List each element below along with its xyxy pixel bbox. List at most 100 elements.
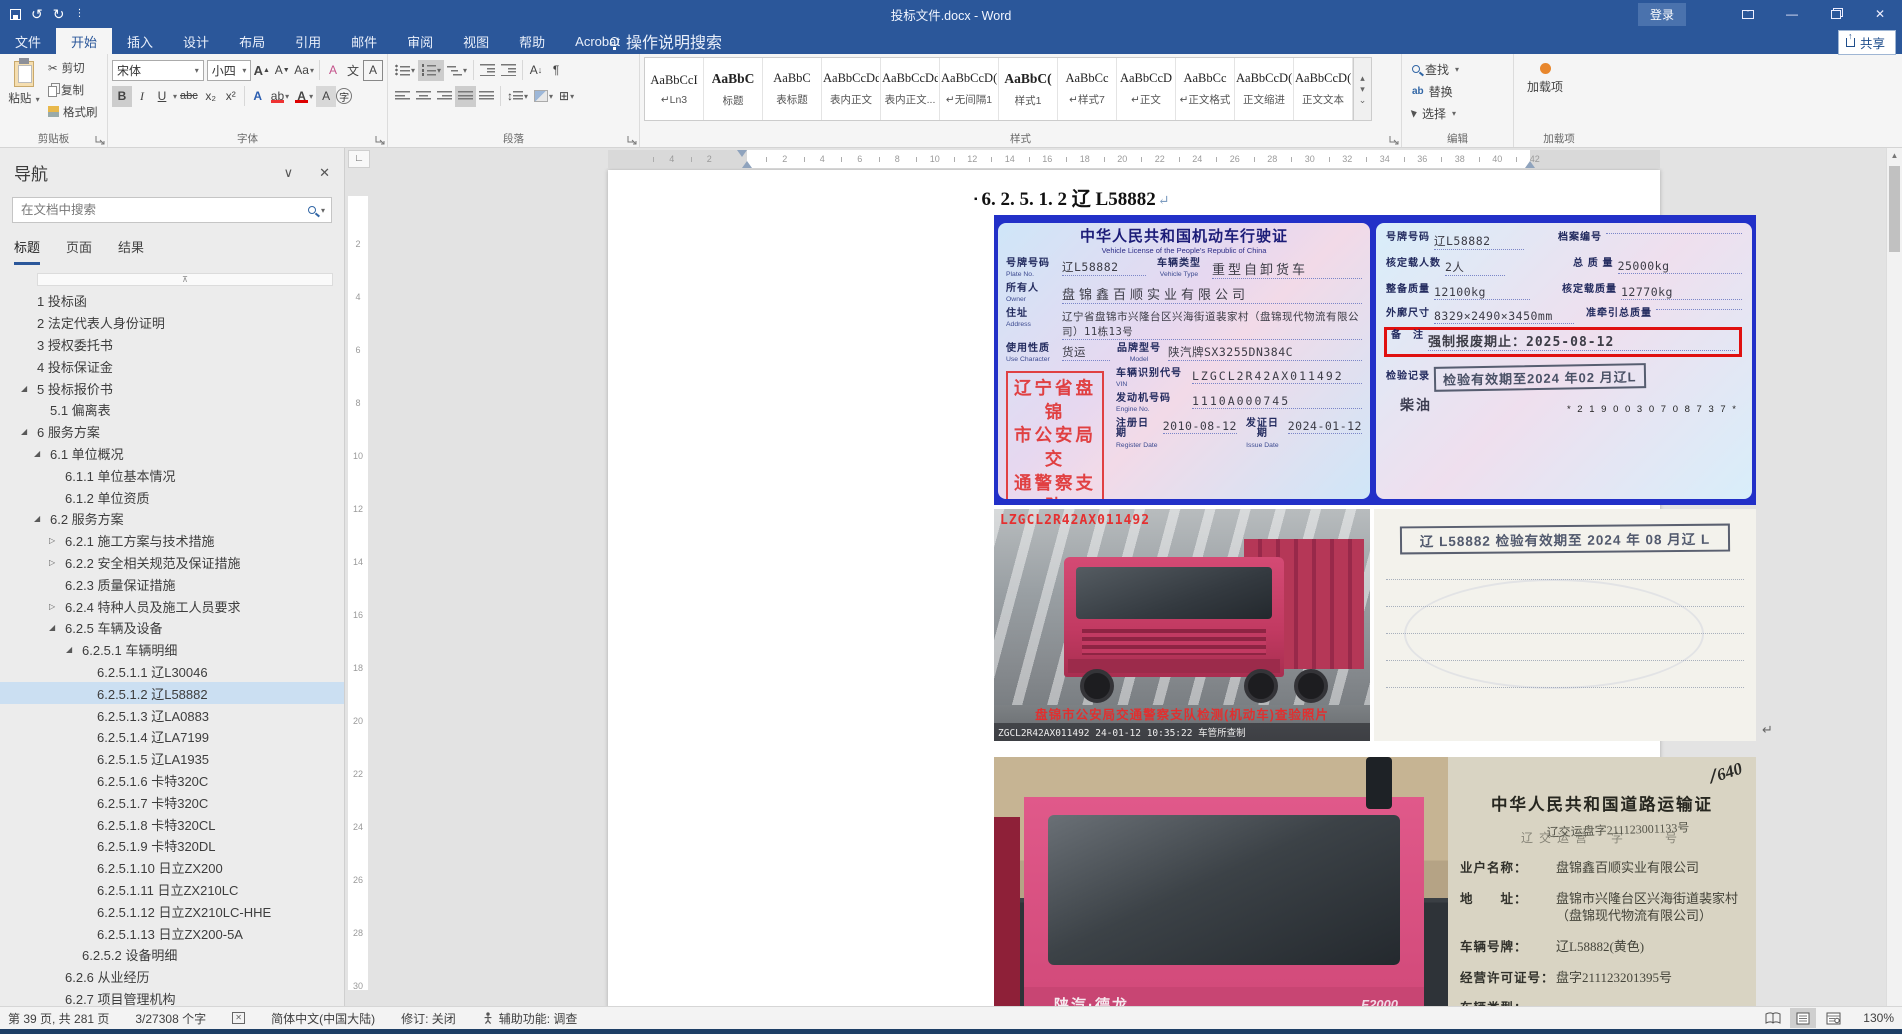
right-indent-marker[interactable] bbox=[1525, 161, 1535, 168]
word-count[interactable]: 3/27308 个字 bbox=[135, 1010, 206, 1027]
nav-tab[interactable]: 页面 bbox=[66, 237, 92, 265]
nav-heading-item[interactable]: 6.2.5.1.7 卡特320C bbox=[0, 791, 344, 813]
search-dropdown-icon[interactable]: ▾ bbox=[321, 206, 325, 215]
nav-heading-item[interactable]: 6.2.5.1.12 日立ZX210LC-HHE bbox=[0, 900, 344, 922]
select-button[interactable]: 选择 ▾ bbox=[1410, 103, 1503, 123]
vertical-scrollbar[interactable]: ▲ bbox=[1886, 148, 1902, 1006]
subscript-button[interactable]: x₂ bbox=[201, 86, 221, 107]
ribbon-tab[interactable]: 视图 bbox=[448, 28, 504, 54]
style-item[interactable]: AaBbCcD( 正文文本 bbox=[1294, 58, 1353, 120]
nav-heading-item[interactable]: 1 投标函 bbox=[0, 290, 344, 312]
web-layout-button[interactable] bbox=[1820, 1008, 1846, 1028]
ribbon-display-options-icon[interactable]: ˆ bbox=[1726, 0, 1770, 28]
image-truck-front-and-transport-permit[interactable]: 陕汽·德龙 F2000 640 中华人民共和国道路运输证 辽交运营 字 号 辽交… bbox=[994, 757, 1756, 1006]
nav-heading-item[interactable]: 6.2.5.1.10 日立ZX200 bbox=[0, 857, 344, 879]
character-shading-button[interactable]: A bbox=[316, 85, 337, 107]
expander-icon[interactable]: ◢ bbox=[21, 427, 37, 436]
replace-button[interactable]: ab 替换 bbox=[1412, 81, 1503, 101]
paragraph-dialog-launcher-icon[interactable] bbox=[627, 135, 637, 145]
nav-heading-item[interactable]: 6.2.5.1.4 辽LA7199 bbox=[0, 726, 344, 748]
distribute-button[interactable] bbox=[476, 86, 497, 107]
style-item[interactable]: AaBbCcD ↵正文 bbox=[1117, 58, 1176, 120]
nav-tab[interactable]: 结果 bbox=[118, 237, 144, 265]
ribbon-tab[interactable]: 开始 bbox=[56, 28, 113, 54]
copy-button[interactable]: 复制 bbox=[48, 79, 103, 100]
nav-close-icon[interactable]: ✕ bbox=[319, 165, 330, 181]
hanging-indent-marker[interactable] bbox=[742, 161, 752, 168]
enclose-characters-button[interactable]: 字 bbox=[336, 88, 353, 104]
nav-heading-item[interactable]: 6.2.6 从业经历 bbox=[0, 966, 344, 988]
nav-heading-item[interactable]: ▷ 6.2.1 施工方案与技术措施 bbox=[0, 530, 344, 552]
multilevel-list-button[interactable]: ▾ bbox=[444, 60, 470, 81]
save-icon[interactable] bbox=[10, 8, 21, 20]
ribbon-tab[interactable]: 文件 bbox=[0, 28, 56, 54]
style-item[interactable]: AaBbCcD( 正文缩进 bbox=[1235, 58, 1294, 120]
styles-gallery-more-button[interactable]: ▴ ▾ ⌄ bbox=[1354, 57, 1372, 121]
tab-stop-selector[interactable]: ∟ bbox=[348, 150, 370, 168]
increase-indent-button[interactable] bbox=[498, 60, 519, 81]
font-size-combo[interactable]: 小四 ▾ bbox=[206, 59, 252, 81]
style-item[interactable]: AaBbCcD( ↵无间隔1 bbox=[940, 58, 999, 120]
style-item[interactable]: AaBbCcI ↵Ln3 bbox=[645, 58, 704, 120]
nav-heading-item[interactable]: 6.2.5.1.1 辽L30046 bbox=[0, 661, 344, 683]
nav-heading-item[interactable]: 6.2.5.1.13 日立ZX200-5A bbox=[0, 922, 344, 944]
styles-dialog-launcher-icon[interactable] bbox=[1389, 135, 1399, 145]
accessibility-status[interactable]: 辅助功能: 调查 bbox=[482, 1010, 577, 1027]
font-dialog-launcher-icon[interactable] bbox=[375, 135, 385, 145]
image-vehicle-license[interactable]: 中华人民共和国机动车行驶证 Vehicle License of the Peo… bbox=[994, 215, 1756, 505]
nav-heading-item[interactable]: 5.1 偏离表 bbox=[0, 399, 344, 421]
paste-button[interactable]: 粘贴 ▾ bbox=[4, 57, 44, 123]
read-mode-button[interactable] bbox=[1760, 1008, 1786, 1028]
clear-formatting-button[interactable]: A bbox=[323, 60, 343, 81]
show-hide-marks-button[interactable]: ¶ bbox=[546, 60, 566, 81]
align-right-button[interactable] bbox=[434, 86, 455, 107]
cut-button[interactable]: ✂ 剪切 bbox=[48, 57, 103, 78]
minimize-button[interactable]: — bbox=[1770, 0, 1814, 28]
line-spacing-button[interactable]: ↕ ▾ bbox=[504, 86, 531, 107]
redo-icon[interactable]: ↻ bbox=[53, 7, 65, 21]
style-item[interactable]: AaBbC( 样式1 bbox=[999, 58, 1058, 120]
bullet-list-button[interactable]: ▾ bbox=[392, 60, 418, 81]
share-button[interactable]: 共享 bbox=[1837, 30, 1896, 55]
decrease-indent-button[interactable] bbox=[477, 60, 498, 81]
nav-search-input[interactable] bbox=[13, 203, 308, 217]
nav-heading-item[interactable]: 6.2.5.1.3 辽LA0883 bbox=[0, 704, 344, 726]
nav-heading-item[interactable]: 6.2.5.1.8 卡特320CL bbox=[0, 813, 344, 835]
style-item[interactable]: AaBbC 表标题 bbox=[763, 58, 822, 120]
ribbon-tab[interactable]: 引用 bbox=[280, 28, 336, 54]
ribbon-tab[interactable]: 帮助 bbox=[504, 28, 560, 54]
clipboard-dialog-launcher-icon[interactable] bbox=[95, 135, 105, 145]
nav-heading-item[interactable]: 6.2.5.1.2 辽L58882 bbox=[0, 682, 344, 705]
document-heading[interactable]: ▪ 6. 2. 5. 1. 2 辽 L58882 ↵ bbox=[974, 184, 1169, 211]
tell-me[interactable]: 操作说明搜索 bbox=[596, 28, 736, 54]
print-layout-button[interactable] bbox=[1790, 1008, 1816, 1028]
strikethrough-button[interactable]: abc bbox=[177, 86, 201, 107]
style-item[interactable]: AaBbCcDdI 表内正文 bbox=[822, 58, 881, 120]
search-icon[interactable] bbox=[307, 206, 316, 214]
shrink-font-button[interactable]: A ▼ bbox=[272, 60, 292, 81]
nav-heading-item[interactable]: ◢ 6.2.5.1 车辆明细 bbox=[0, 639, 344, 661]
style-item[interactable]: AaBbCcDdI 表内正文... bbox=[881, 58, 940, 120]
nav-heading-item[interactable]: ◢ 6.2.5 车辆及设备 bbox=[0, 617, 344, 639]
borders-button[interactable]: ⊞ ▾ bbox=[556, 86, 577, 107]
track-changes-indicator[interactable]: 修订: 关闭 bbox=[401, 1010, 456, 1027]
format-painter-button[interactable]: 格式刷 bbox=[48, 101, 103, 122]
nav-heading-item[interactable]: ◢ 6.1 单位概况 bbox=[0, 443, 344, 465]
expander-icon[interactable]: ◢ bbox=[34, 449, 50, 458]
expander-icon[interactable]: ▷ bbox=[49, 536, 65, 545]
expander-icon[interactable]: ◢ bbox=[49, 623, 65, 632]
first-line-indent-marker[interactable] bbox=[737, 150, 747, 157]
nav-heading-item[interactable]: 6.2.5.1.11 日立ZX210LC bbox=[0, 879, 344, 901]
page-indicator[interactable]: 第 39 页, 共 281 页 bbox=[8, 1010, 109, 1027]
ribbon-tab[interactable]: 审阅 bbox=[392, 28, 448, 54]
expander-icon[interactable]: ◢ bbox=[34, 514, 50, 523]
character-border-button[interactable]: A bbox=[362, 59, 383, 81]
nav-heading-item[interactable]: ◢ 6.2 服务方案 bbox=[0, 508, 344, 530]
highlight-button[interactable]: ab ▾ bbox=[268, 86, 292, 107]
ribbon-tab[interactable]: 插入 bbox=[112, 28, 168, 54]
scroll-up-icon[interactable]: ▲ bbox=[1887, 148, 1902, 164]
nav-heading-item[interactable]: ▷ 6.2.2 安全相关规范及保证措施 bbox=[0, 552, 344, 574]
nav-heading-item[interactable]: ▷ 6.2.4 特种人员及施工人员要求 bbox=[0, 595, 344, 617]
font-color-button[interactable]: A ▾ bbox=[292, 86, 316, 107]
nav-heading-item[interactable]: 6.2.5.2 设备明细 bbox=[0, 944, 344, 966]
